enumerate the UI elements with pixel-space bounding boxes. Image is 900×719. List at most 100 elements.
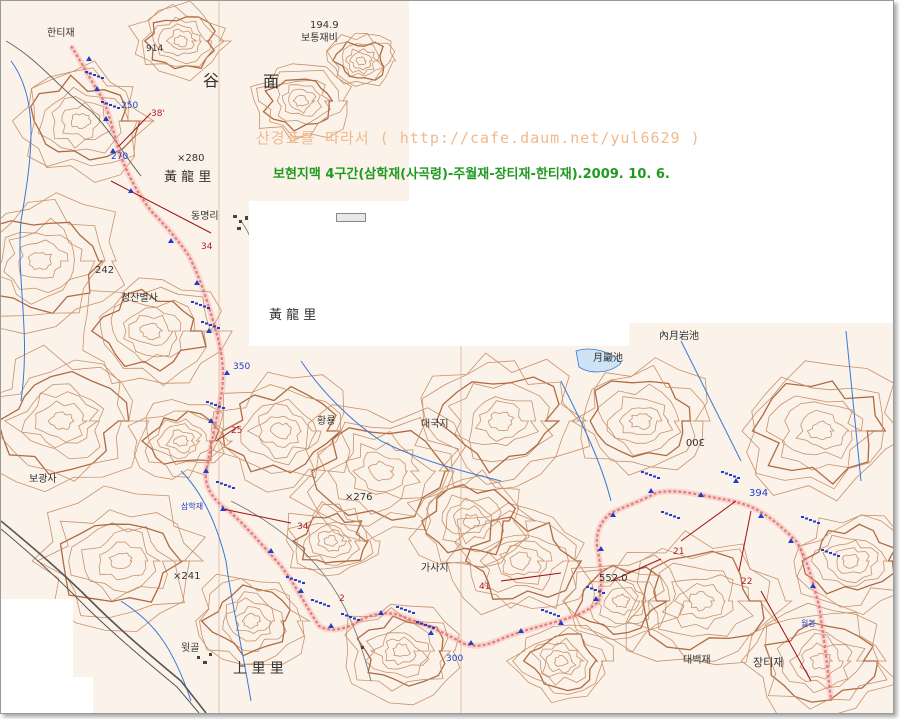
blue-tick (665, 512, 668, 515)
blue-tick (669, 514, 672, 516)
blue-tick (217, 327, 220, 329)
blue-tick (302, 582, 305, 584)
blue-tick (205, 322, 208, 325)
blue-tick (549, 612, 552, 614)
blue-tick (101, 77, 104, 79)
blue-tick (117, 107, 120, 109)
elevation-194-9: 194.9 (310, 20, 339, 31)
blue-tick (598, 590, 601, 593)
route-label-21: 21 (673, 547, 684, 557)
blue-tick (649, 474, 652, 476)
blue-tick (729, 474, 732, 476)
blue-tick (209, 324, 212, 326)
place-hwangnyong-kr: 황룡 (317, 415, 335, 427)
blue-tick (396, 606, 399, 608)
blue-tick (349, 616, 352, 618)
blue-tick (195, 302, 198, 305)
blue-tick (294, 579, 297, 581)
blue-tick (191, 301, 194, 303)
blue-tick (218, 405, 221, 408)
blog-url-watermark: 산경표를 따라서 ( http://cafe.daum.net/yul6629 … (256, 129, 701, 147)
elevation-350: 350 (233, 362, 250, 372)
blue-tick (412, 612, 415, 614)
elevation-300-mid: 300 (446, 654, 463, 664)
elevation-552: 552.0 (599, 573, 628, 584)
blue-tick (319, 602, 322, 604)
blue-tick (553, 613, 556, 616)
blue-tick (207, 307, 210, 309)
blue-tick (416, 621, 419, 623)
blue-tick (594, 589, 597, 591)
blue-tick (216, 481, 219, 483)
blue-tick (833, 553, 836, 556)
place-jangtijae: 장티재 (753, 656, 783, 669)
blue-tick (404, 609, 407, 611)
blue-tick (661, 511, 664, 513)
place-sangni: 上 里 里 (233, 661, 284, 677)
place-daebaek: 대백재 (683, 654, 711, 666)
route-label-2: 2 (339, 594, 345, 604)
blue-tick (232, 487, 235, 489)
blue-tick (725, 472, 728, 475)
blue-tick (201, 321, 204, 323)
place-inner-wolam-pond: 內月岩池 (659, 329, 699, 342)
blue-tick (89, 72, 92, 75)
route-label-22: 22 (741, 577, 752, 587)
blue-tick (222, 407, 225, 409)
blue-tick (400, 607, 403, 610)
blue-tick (323, 603, 326, 606)
elevation-270: 270 (111, 152, 128, 162)
blue-tick (341, 613, 344, 615)
blue-tick (805, 517, 808, 520)
place-myeon: 面 (263, 72, 279, 91)
blue-tick (315, 600, 318, 603)
blue-tick (286, 576, 289, 578)
blue-tick (85, 71, 88, 73)
elevation-280: ×280 (177, 153, 204, 164)
blue-tick (213, 325, 216, 328)
elevation-914: 914 (146, 44, 163, 54)
blue-tick (290, 577, 293, 580)
blue-tick (813, 520, 816, 523)
elevation-250: 250 (121, 101, 138, 111)
blue-tick (817, 522, 820, 524)
place-botong: 보통재비 (301, 32, 338, 44)
blue-tick (825, 550, 828, 553)
elevation-242: 242 (95, 265, 114, 276)
blue-tick (97, 75, 100, 78)
blue-tick (408, 610, 411, 613)
blue-tick (224, 484, 227, 486)
blue-tick (432, 627, 435, 629)
place-wolam-pond: 月巖池 (593, 351, 623, 364)
blue-tick (327, 605, 330, 607)
blue-tick (590, 587, 593, 590)
blue-tick (733, 475, 736, 478)
blue-tick (602, 592, 605, 594)
blue-tick (557, 615, 560, 617)
blue-tick (424, 624, 427, 626)
blue-tick (545, 610, 548, 613)
place-daeguk: 대국지 (421, 418, 449, 430)
blue-tick (677, 517, 680, 519)
place-itgol: 윗골 (181, 642, 199, 654)
route-label-41: 41 (479, 582, 490, 592)
elevation-276: ×276 (345, 492, 372, 503)
topographic-map: 194.9 ×280 242 ×276 ×241 300 300 552.0 3… (1, 1, 893, 713)
blue-tick (737, 477, 740, 479)
blue-tick (673, 515, 676, 518)
blue-tick (210, 402, 213, 405)
blue-tick (206, 401, 209, 403)
blue-tick (353, 617, 356, 620)
place-ganaji: 가사지 (421, 562, 449, 574)
blue-tick (203, 305, 206, 308)
blue-tick (821, 549, 824, 551)
place-hanti: 한티재 (47, 27, 75, 39)
blue-tick (541, 609, 544, 611)
elevation-241: ×241 (173, 571, 200, 582)
elevation-300-top: 300 (686, 436, 705, 447)
blue-tick (428, 625, 431, 628)
blue-tick (801, 516, 804, 518)
place-dongmyeongri: 동명리 (191, 210, 219, 222)
place-hwangnyong-1: 黃 龍 里 (164, 169, 211, 185)
blue-tick (113, 105, 116, 108)
